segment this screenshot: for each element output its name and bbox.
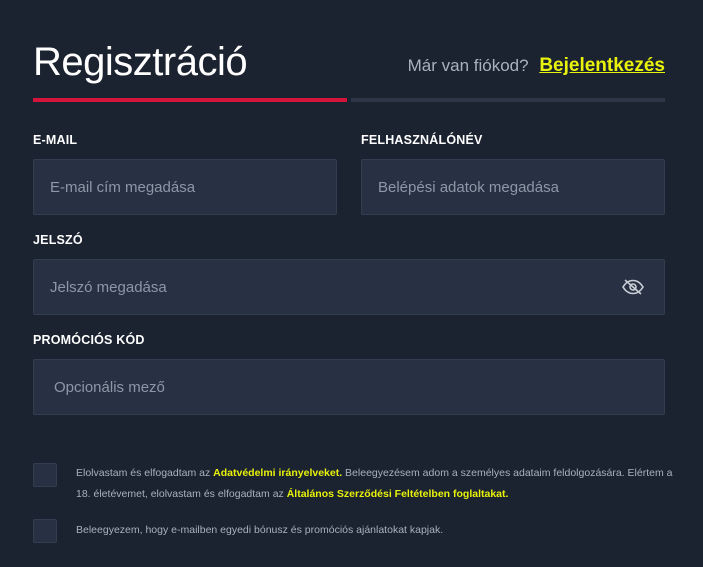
username-label: FELHASZNÁLÓNÉV: [361, 133, 483, 147]
terms-text: Elolvastam és elfogadtam az Adatvédelmi …: [76, 463, 676, 505]
marketing-text: Beleegyezem, hogy e-mailben egyedi bónus…: [76, 524, 444, 536]
password-field[interactable]: [34, 260, 664, 314]
terms-text-part1: Elolvastam és elfogadtam az: [76, 467, 214, 479]
promo-label: PROMÓCIÓS KÓD: [33, 333, 145, 347]
login-prompt: Már van fiókod? Bejelentkezés: [408, 54, 665, 78]
login-question: Már van fiókod?: [407, 56, 529, 75]
promo-field-wrapper: [33, 359, 665, 415]
password-field-wrapper: [33, 259, 665, 315]
eye-off-icon[interactable]: [622, 278, 644, 296]
terms-checkbox[interactable]: [33, 463, 57, 487]
username-field-wrapper: [361, 159, 665, 215]
progress-step-inactive: [351, 98, 665, 102]
page-title: Regisztráció: [33, 40, 248, 84]
progress-step-active: [33, 98, 347, 102]
privacy-policy-link[interactable]: Adatvédelmi irányelveket.: [213, 467, 342, 479]
registration-progress: [33, 98, 665, 102]
page-header: Regisztráció Már van fiókod? Bejelentkez…: [33, 38, 665, 88]
username-field[interactable]: [362, 160, 664, 214]
terms-conditions-link[interactable]: Általános Szerződési Feltételben foglalt…: [287, 488, 509, 500]
login-link[interactable]: Bejelentkezés: [539, 55, 665, 76]
promo-code-field[interactable]: [34, 360, 664, 414]
email-field[interactable]: [34, 160, 336, 214]
marketing-checkbox[interactable]: [33, 519, 57, 543]
email-label: E-MAIL: [33, 133, 78, 147]
email-field-wrapper: [33, 159, 337, 215]
password-label: JELSZÓ: [33, 233, 83, 247]
